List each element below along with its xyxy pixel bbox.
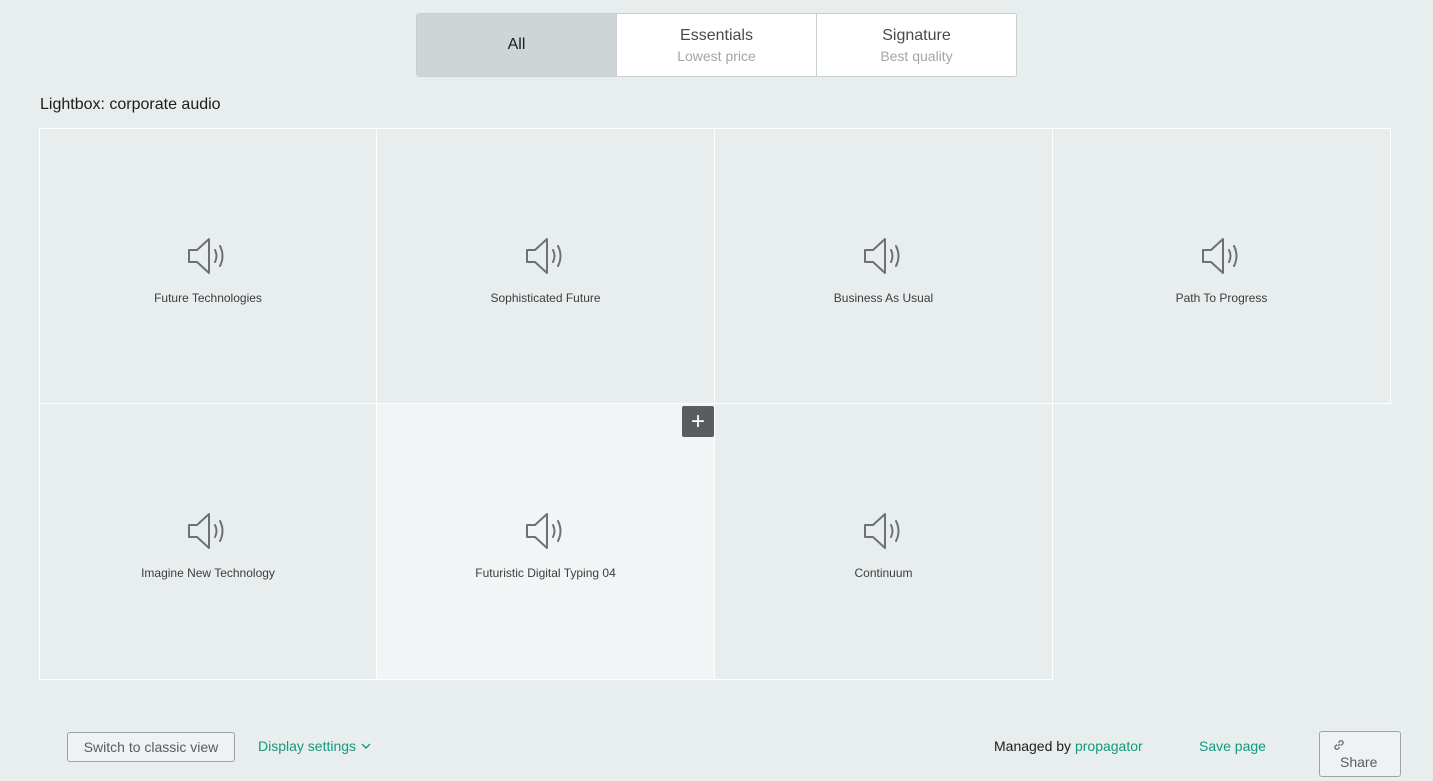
tab-essentials[interactable]: Essentials Lowest price (616, 14, 816, 76)
tab-subtitle: Best quality (880, 47, 953, 64)
link-icon (1334, 740, 1344, 750)
license-tabs: All Essentials Lowest price Signature Be… (416, 13, 1017, 77)
track-card-imagine-new-technology[interactable]: Imagine New Technology (39, 404, 377, 680)
track-title: Future Technologies (154, 290, 262, 305)
track-title: Sophisticated Future (490, 290, 601, 305)
tab-all[interactable]: All (417, 14, 616, 76)
track-card-continuum[interactable]: Continuum (715, 404, 1053, 680)
track-card-future-technologies[interactable]: Future Technologies (39, 128, 377, 404)
track-title: Path To Progress (1175, 290, 1268, 305)
share-button[interactable]: Share (1319, 731, 1401, 777)
lightbox-title: Lightbox: corporate audio (40, 96, 221, 113)
speaker-icon (188, 513, 224, 549)
tab-subtitle: Lowest price (677, 47, 756, 64)
tab-signature[interactable]: Signature Best quality (816, 14, 1016, 76)
track-title: Futuristic Digital Typing 04 (475, 566, 616, 580)
switch-classic-view-button[interactable]: Switch to classic view (67, 732, 235, 762)
lightbox-page: All Essentials Lowest price Signature Be… (0, 0, 1433, 781)
tab-label: All (507, 36, 526, 53)
speaker-icon (863, 513, 899, 549)
speaker-icon (525, 237, 561, 274)
plus-icon: + (690, 407, 705, 435)
track-card-sophisticated-future[interactable]: Sophisticated Future (377, 128, 715, 404)
display-settings-link[interactable]: Display settings (258, 738, 371, 754)
tab-label: Essentials (680, 26, 753, 44)
managed-by: Managed by propagator (994, 738, 1143, 754)
speaker-icon (863, 237, 899, 274)
share-label: Share (1340, 754, 1378, 770)
track-title: Imagine New Technology (141, 566, 275, 580)
speaker-icon (188, 237, 224, 274)
chevron-down-icon (361, 743, 371, 749)
track-card-business-as-usual[interactable]: Business As Usual (715, 128, 1053, 404)
track-title: Business As Usual (833, 290, 934, 305)
display-settings-label: Display settings (258, 738, 357, 754)
speaker-icon (525, 513, 561, 549)
track-grid: Future Technologies Sophisticated Future… (39, 128, 1391, 680)
save-page-link[interactable]: Save page (1199, 738, 1266, 754)
add-to-lightbox-button[interactable]: + (682, 406, 714, 437)
manager-link[interactable]: propagator (1075, 738, 1143, 754)
speaker-icon (1201, 237, 1237, 274)
track-title: Continuum (854, 566, 913, 580)
track-card-path-to-progress[interactable]: Path To Progress (1053, 128, 1391, 404)
managed-by-label: Managed by (994, 738, 1072, 754)
tab-label: Signature (882, 26, 951, 44)
track-card-futuristic-digital-typing-04[interactable]: Futuristic Digital Typing 04 (377, 404, 715, 680)
